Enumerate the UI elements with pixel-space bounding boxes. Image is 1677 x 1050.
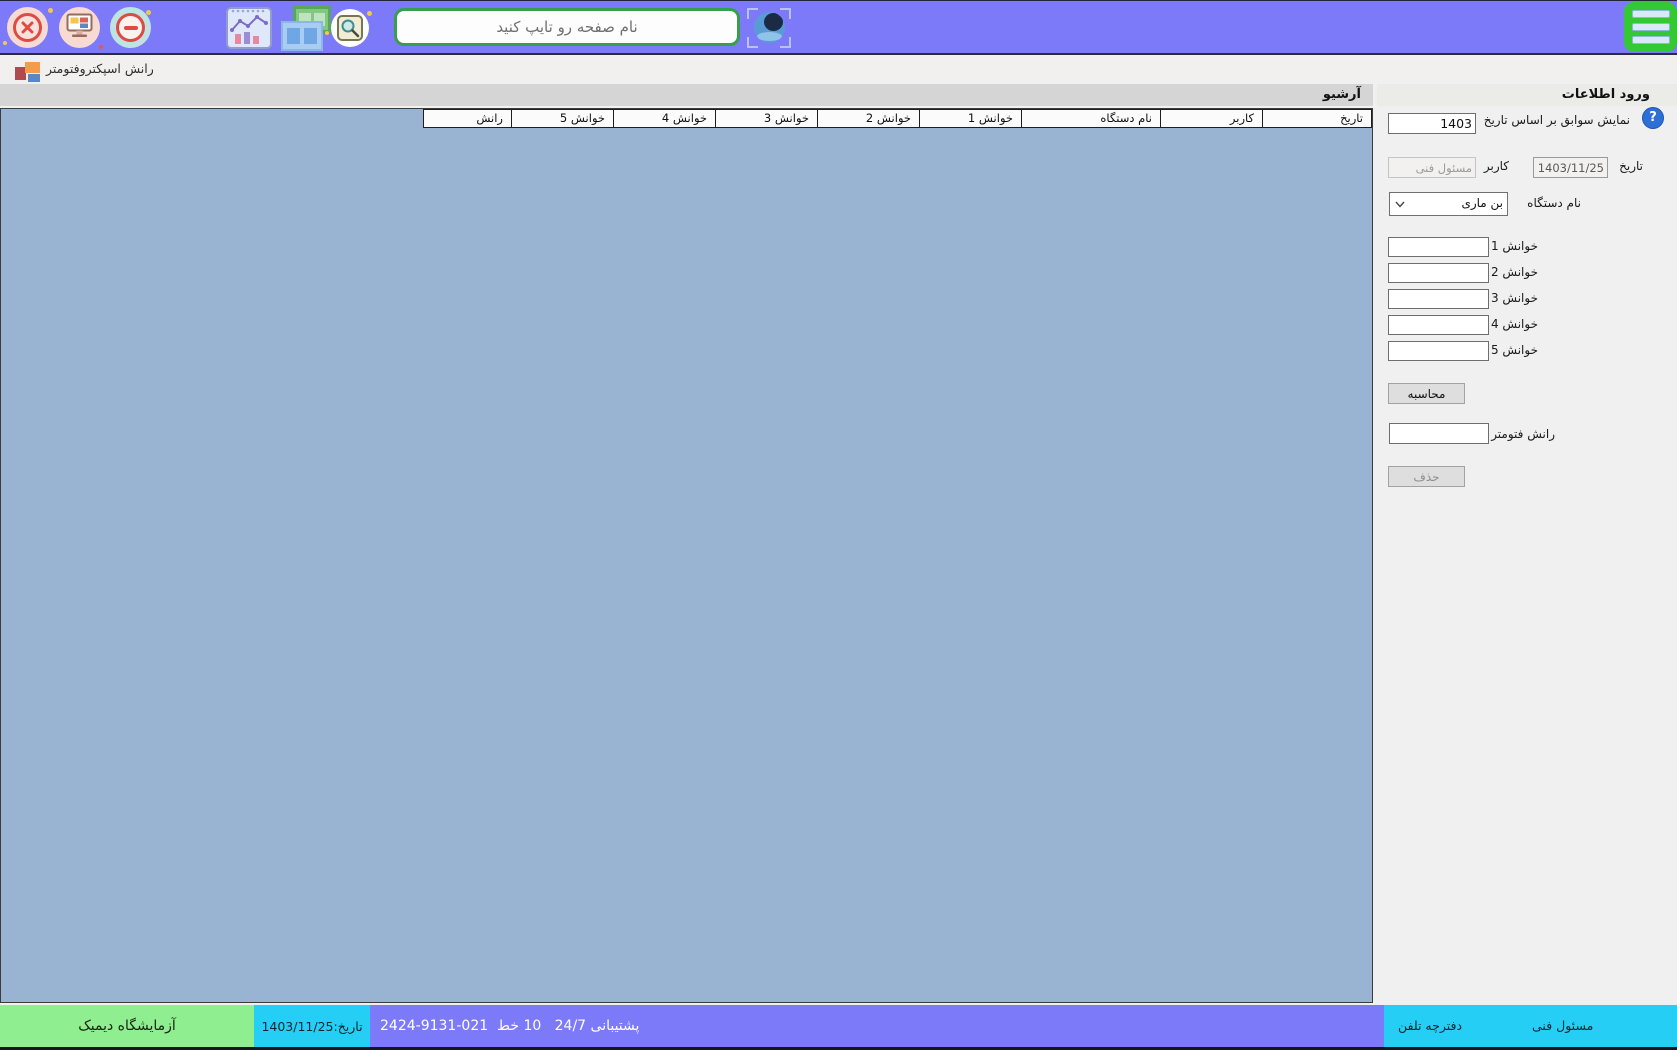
app-screen: رانش اسپکتروفتومتر ✕ آرشیو تاریخ کاربر ن… xyxy=(0,0,1677,1050)
eye-capture-button[interactable] xyxy=(747,8,791,48)
bracket-corner xyxy=(780,37,791,48)
status-bar: آزمایشگاه دیمیک تاریخ:1403/11/25 پشتیبان… xyxy=(0,1005,1677,1047)
user-value-field[interactable] xyxy=(1388,157,1476,178)
reading-2-input[interactable] xyxy=(1388,263,1489,283)
sparkle-dot xyxy=(325,31,329,35)
support-text: پشتیبانی 24/7 10 خط 021-9131-2424 xyxy=(380,1005,639,1047)
device-combobox[interactable]: بن ماری xyxy=(1389,192,1508,216)
chart-dashboard-button[interactable] xyxy=(226,7,272,49)
data-entry-panel-title: ورود اطلاعات xyxy=(1377,84,1677,106)
question-mark-icon: ? xyxy=(1649,110,1657,125)
minimize-icon xyxy=(116,13,145,42)
close-icon xyxy=(13,13,42,42)
status-date-badge: تاریخ:1403/11/25 xyxy=(254,1005,370,1047)
date-label: تاریخ xyxy=(1619,159,1643,173)
magnifier-icon xyxy=(337,15,363,41)
bracket-corner xyxy=(747,37,758,48)
reading-2-label: خوانش 2 xyxy=(1491,265,1538,279)
monitor-button[interactable] xyxy=(59,7,100,48)
search-tool-button[interactable] xyxy=(331,9,369,47)
column-header-user[interactable]: کاربر xyxy=(1160,109,1263,128)
technical-officer-link[interactable]: مسئول فنی xyxy=(1532,1005,1593,1047)
sparkle-dot xyxy=(146,10,151,15)
window-titlebar: رانش اسپکتروفتومتر ✕ xyxy=(0,53,1677,82)
device-name-label: نام دستگاه xyxy=(1527,196,1581,210)
archive-datagrid[interactable]: تاریخ کاربر نام دستگاه خوانش 1 خوانش 2 خ… xyxy=(0,108,1373,1003)
page-search-input[interactable] xyxy=(394,8,740,46)
filter-year-input[interactable] xyxy=(1388,113,1476,134)
close-app-button[interactable] xyxy=(7,7,48,48)
photometer-drift-input[interactable] xyxy=(1389,423,1489,444)
hamburger-menu-icon xyxy=(1632,36,1670,44)
sparkle-dot xyxy=(48,8,53,13)
phonebook-link[interactable]: دفترچه تلفن xyxy=(1398,1005,1462,1047)
reading-5-input[interactable] xyxy=(1388,341,1489,361)
column-header-device[interactable]: نام دستگاه xyxy=(1021,109,1161,128)
status-links: دفترچه تلفن مسئول فنی xyxy=(1384,1005,1677,1047)
support-strip: پشتیبانی 24/7 10 خط 021-9131-2424 xyxy=(370,1005,1384,1047)
archive-section-title: آرشیو xyxy=(0,84,1373,106)
calculate-button[interactable]: محاسبه xyxy=(1388,383,1465,404)
hamburger-menu-icon xyxy=(1632,23,1670,31)
reading-3-label: خوانش 3 xyxy=(1491,291,1538,305)
help-button[interactable]: ? xyxy=(1642,107,1664,129)
reading-1-input[interactable] xyxy=(1388,237,1489,257)
lab-name-badge: آزمایشگاه دیمیک xyxy=(0,1005,254,1047)
launcher-bar xyxy=(0,0,1677,53)
reading-5-label: خوانش 5 xyxy=(1491,343,1538,357)
chart-icon xyxy=(228,7,270,49)
sparkle-dot xyxy=(99,45,103,49)
column-header-drift[interactable]: رانش xyxy=(423,109,512,128)
user-label: کاربر xyxy=(1484,159,1509,173)
reading-3-input[interactable] xyxy=(1388,289,1489,309)
date-value-field[interactable] xyxy=(1533,157,1608,178)
column-header-reading3[interactable]: خوانش 3 xyxy=(715,109,818,128)
column-header-reading2[interactable]: خوانش 2 xyxy=(817,109,920,128)
sparkle-dot xyxy=(367,11,372,16)
main-area: آرشیو تاریخ کاربر نام دستگاه خوانش 1 خوا… xyxy=(0,82,1677,1005)
window-title: رانش اسپکتروفتومتر xyxy=(46,61,154,76)
delete-button[interactable]: حذف xyxy=(1388,466,1465,487)
monitor-icon xyxy=(66,13,93,43)
app-icon xyxy=(15,62,43,84)
column-header-reading1[interactable]: خوانش 1 xyxy=(919,109,1022,128)
status-date-text: تاریخ:1403/11/25 xyxy=(261,1019,362,1034)
minimize-app-button[interactable] xyxy=(110,7,151,48)
archive-grid-header: تاریخ کاربر نام دستگاه خوانش 1 خوانش 2 خ… xyxy=(1,109,1372,128)
data-entry-panel: ورود اطلاعات ? نمایش سوابق بر اساس تاریخ… xyxy=(1377,84,1677,1003)
hamburger-menu-button[interactable] xyxy=(1624,2,1677,52)
windows-layout-icon-front xyxy=(281,21,323,51)
filter-by-date-label: نمایش سوابق بر اساس تاریخ xyxy=(1484,113,1630,127)
column-header-date[interactable]: تاریخ xyxy=(1262,109,1372,128)
lab-name-text: آزمایشگاه دیمیک xyxy=(78,1018,176,1034)
photometer-drift-label: رانش فتومتر xyxy=(1491,427,1555,441)
eye-capture-icon xyxy=(754,12,785,43)
chevron-down-icon xyxy=(1395,201,1405,208)
sparkle-dot xyxy=(3,41,7,45)
archive-section: آرشیو تاریخ کاربر نام دستگاه خوانش 1 خوا… xyxy=(0,84,1373,1003)
column-header-reading4[interactable]: خوانش 4 xyxy=(613,109,716,128)
reading-4-label: خوانش 4 xyxy=(1491,317,1538,331)
reading-1-label: خوانش 1 xyxy=(1491,239,1538,253)
column-header-reading5[interactable]: خوانش 5 xyxy=(511,109,614,128)
device-combobox-value: بن ماری xyxy=(1461,196,1503,210)
reading-4-input[interactable] xyxy=(1388,315,1489,335)
hamburger-menu-icon xyxy=(1632,10,1670,18)
